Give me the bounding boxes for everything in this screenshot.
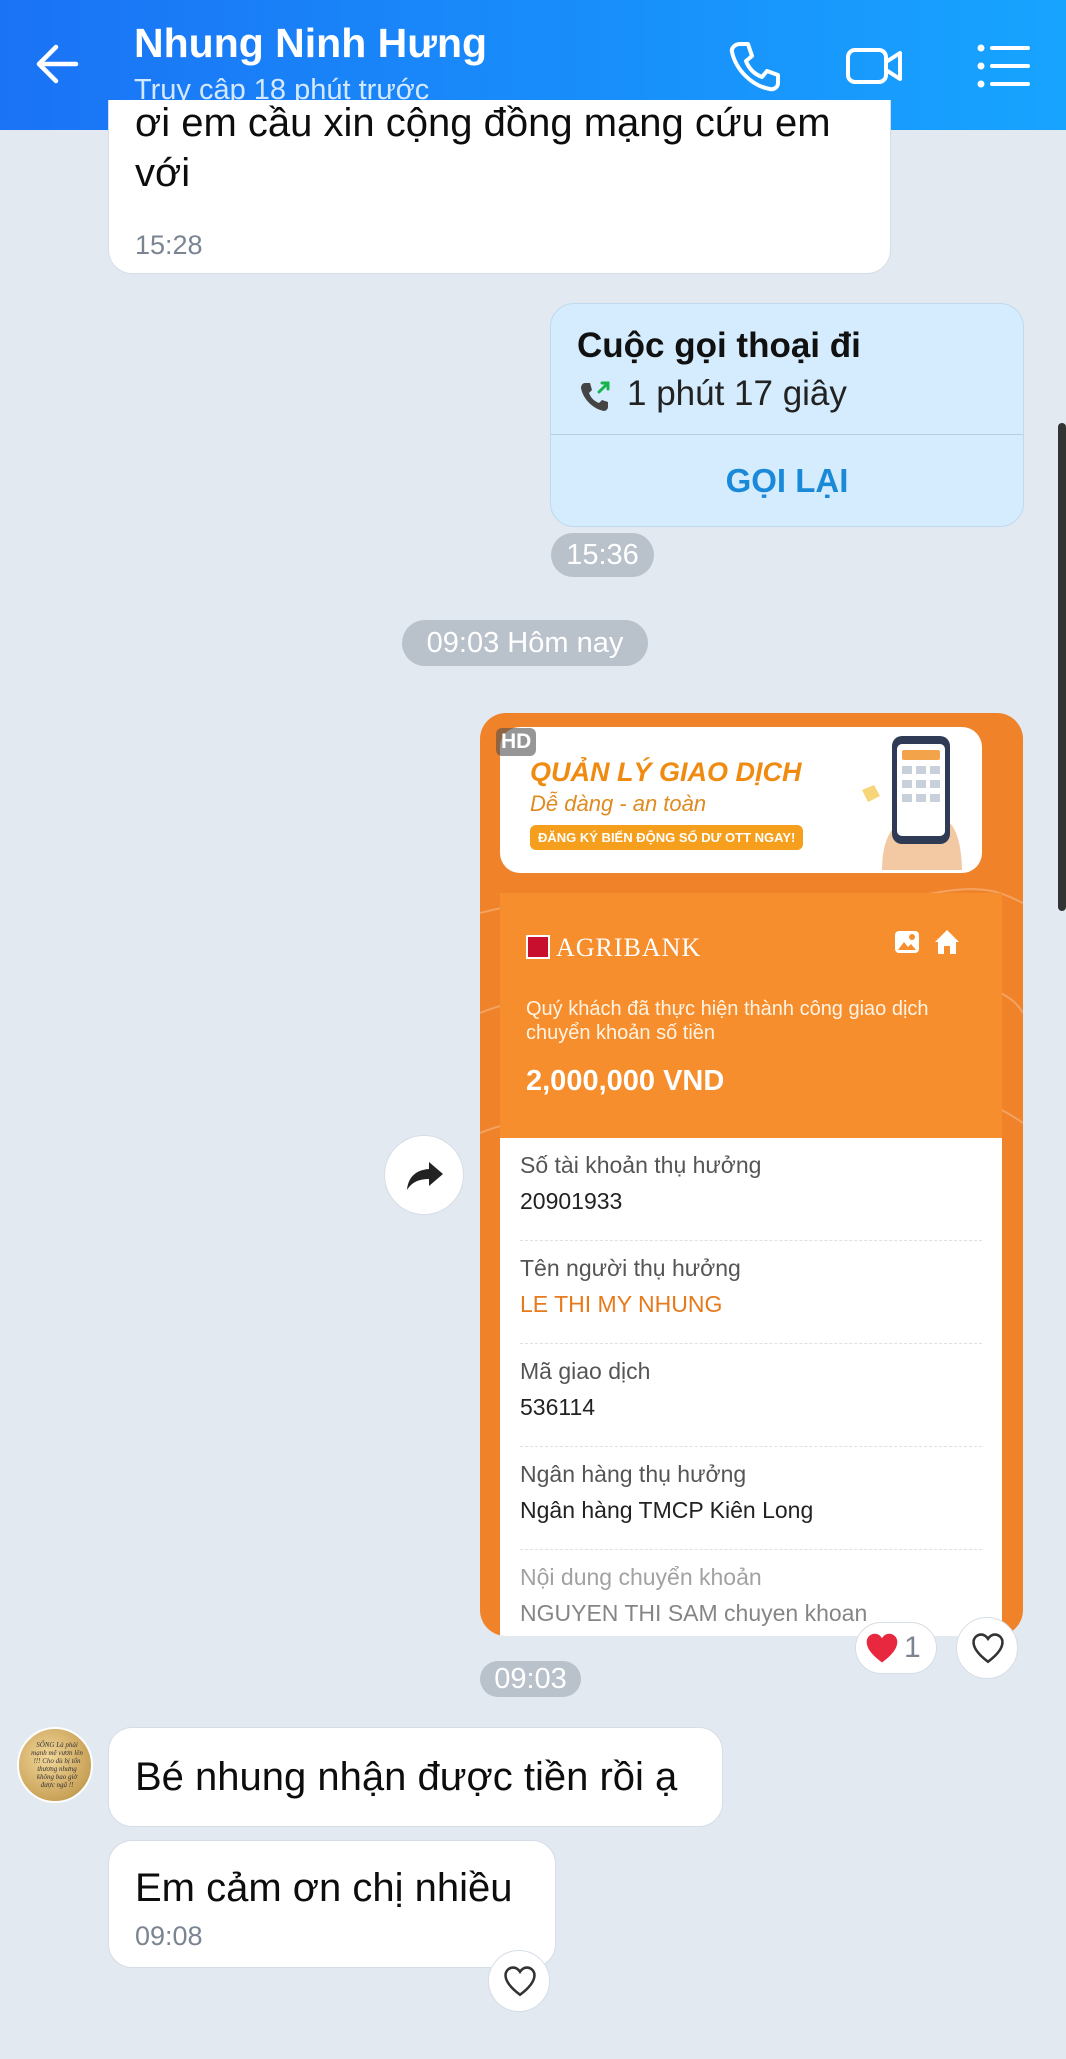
message-text: Em cảm ơn chị nhiều xyxy=(135,1866,513,1910)
field-value: 536114 xyxy=(520,1394,596,1420)
promo-banner: QUẢN LÝ GIAO DỊCH Dễ dàng - an toàn ĐĂNG… xyxy=(500,727,982,873)
message-time: 09:08 xyxy=(135,1921,203,1951)
banner-subtitle: Dễ dàng - an toàn xyxy=(530,791,707,816)
heart-outline-icon xyxy=(972,1633,1004,1664)
call-duration: 1 phút 17 giây xyxy=(627,374,847,413)
phone-in-hand-illustration xyxy=(862,736,962,870)
received-message[interactable]: Em cảm ơn chị nhiều 09:08 xyxy=(108,1840,556,1968)
field-label: Ngân hàng thụ hưởng xyxy=(520,1461,747,1487)
red-heart-icon xyxy=(866,1633,898,1663)
day-separator: 09:03 Hôm nay xyxy=(402,620,648,666)
message-text: Bé nhung nhận được tiền rồi ạ xyxy=(135,1755,678,1799)
field-transaction-id: Mã giao dịch 536114 xyxy=(520,1344,982,1447)
heart-outline-icon xyxy=(504,1966,536,1997)
contact-name[interactable]: Nhung Ninh Hưng xyxy=(134,20,487,67)
home-icon xyxy=(935,930,959,954)
field-value: NGUYEN THI SAM chuyen khoan xyxy=(520,1600,868,1626)
field-value: Ngân hàng TMCP Kiên Long xyxy=(520,1497,814,1523)
receipt-header: AGRIBANK Quý khách đã thực hiện thành cô… xyxy=(500,893,1002,1138)
forward-button[interactable] xyxy=(384,1135,464,1215)
message-text: ơi em cầu xin cộng đồng mạng cứu em với xyxy=(135,101,831,195)
hd-badge: HD xyxy=(496,728,537,756)
call-time-pill: 15:36 xyxy=(551,533,654,577)
field-value: 20901933 xyxy=(520,1188,623,1214)
bank-receipt-image[interactable]: QUẢN LÝ GIAO DỊCH Dễ dàng - an toàn ĐĂNG… xyxy=(480,713,1023,1636)
react-button[interactable] xyxy=(488,1950,550,2012)
receipt-ticket: AGRIBANK Quý khách đã thực hiện thành cô… xyxy=(500,893,1002,1636)
outgoing-call-icon xyxy=(581,381,610,411)
field-beneficiary-bank: Ngân hàng thụ hưởng Ngân hàng TMCP Kiên … xyxy=(520,1447,982,1550)
receipt-details: Số tài khoản thụ hưởng 20901933 Tên ngườ… xyxy=(500,1138,1002,1636)
react-button[interactable] xyxy=(956,1617,1018,1679)
field-label: Số tài khoản thụ hưởng xyxy=(520,1152,762,1178)
video-camera-icon[interactable] xyxy=(842,34,906,98)
receipt-notice: Quý khách đã thực hiện thành công giao d… xyxy=(526,998,929,1044)
message-time: 15:28 xyxy=(135,230,203,260)
call-title: Cuộc gọi thoại đi xyxy=(577,326,861,365)
menu-list-icon[interactable] xyxy=(972,34,1036,98)
field-beneficiary-name: Tên người thụ hưởng LE THI MY NHUNG xyxy=(520,1241,982,1344)
back-arrow-icon[interactable] xyxy=(28,34,88,94)
field-account-number: Số tài khoản thụ hưởng 20901933 xyxy=(520,1138,982,1241)
banner-cta: ĐĂNG KÝ BIẾN ĐỘNG SỐ DƯ OTT NGAY! xyxy=(530,825,804,850)
reaction-count: 1 xyxy=(904,1631,921,1664)
forward-share-icon xyxy=(407,1162,443,1190)
received-message[interactable]: ơi em cầu xin cộng đồng mạng cứu em với … xyxy=(108,100,891,274)
phone-icon[interactable] xyxy=(722,34,786,98)
image-icon xyxy=(895,931,919,953)
bank-logo: AGRIBANK xyxy=(526,933,701,963)
heart-reaction-count[interactable]: 1 xyxy=(855,1622,937,1674)
transfer-amount: 2,000,000 VND xyxy=(526,1065,725,1097)
scrollbar[interactable] xyxy=(1058,423,1066,911)
call-back-button[interactable]: GỌI LẠI xyxy=(551,434,1023,526)
banner-title: QUẢN LÝ GIAO DỊCH xyxy=(530,757,802,787)
receipt-time-pill: 09:03 xyxy=(480,1661,581,1697)
outgoing-call-card[interactable]: Cuộc gọi thoại đi 1 phút 17 giây GỌI LẠI xyxy=(550,303,1024,527)
field-label: Mã giao dịch xyxy=(520,1358,651,1384)
field-value: LE THI MY NHUNG xyxy=(520,1291,723,1317)
field-label: Tên người thụ hưởng xyxy=(520,1255,741,1281)
contact-avatar[interactable]: SỐNG Là phải mạnh mẽ vươn lên !!! Cho dù… xyxy=(17,1727,93,1803)
received-message[interactable]: Bé nhung nhận được tiền rồi ạ xyxy=(108,1727,723,1827)
field-label: Nội dung chuyển khoản xyxy=(520,1564,762,1590)
avatar-quote-text: SỐNG Là phải mạnh mẽ vươn lên !!! Cho dù… xyxy=(31,1741,83,1789)
